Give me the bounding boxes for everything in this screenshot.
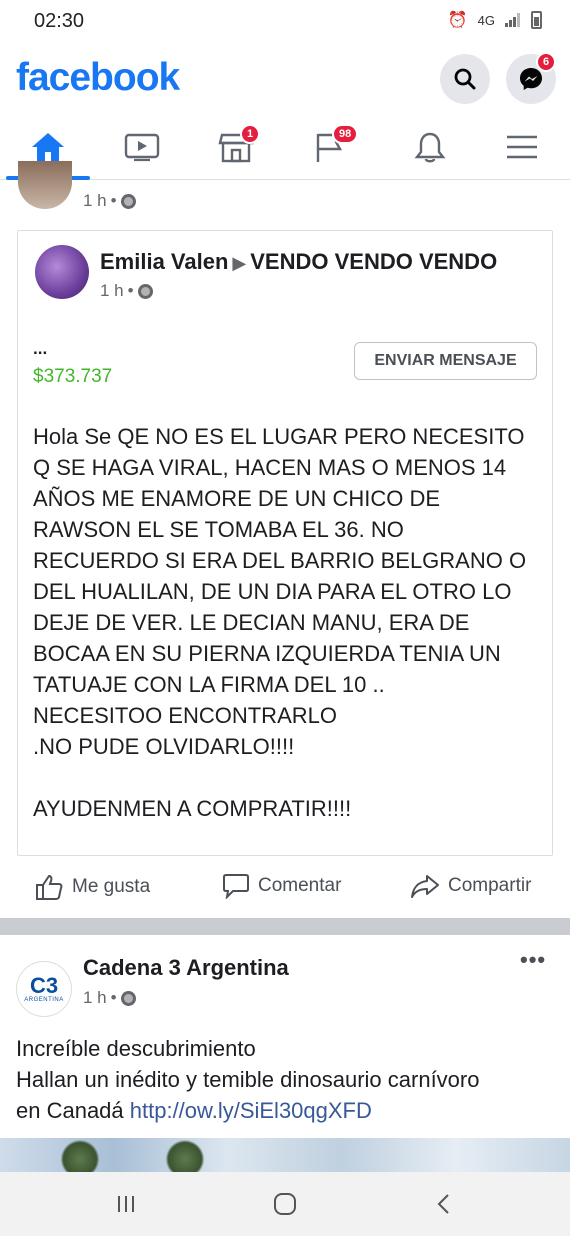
globe-icon (120, 990, 136, 1006)
search-icon (454, 68, 476, 90)
post-actions: Me gusta Comentar Compartir (0, 865, 570, 911)
home-button[interactable] (265, 1188, 305, 1220)
preview-tree-shape (60, 1140, 100, 1172)
post-body-line: en Canadá http://ow.ly/SiEl30qgXFD (16, 1095, 479, 1126)
author-name[interactable]: Emilia Valen (100, 249, 228, 274)
home-circle-icon (274, 1193, 296, 1215)
author-name[interactable]: Cadena 3 Argentina (83, 955, 289, 981)
post-body-line: Hallan un inédito y temible dinosaurio c… (16, 1067, 480, 1092)
post-body-line: Q SE HAGA VIRAL, HACEN MAS O MENOS 14 (33, 455, 507, 480)
tab-marketplace[interactable]: 1 (198, 114, 274, 180)
post-body-line: AÑOS ME ENAMORE DE UN CHICO DE (33, 486, 441, 511)
marketplace-badge: 1 (240, 124, 261, 144)
post-time[interactable]: 1 h (83, 988, 107, 1008)
globe-icon (137, 283, 153, 299)
recents-icon (118, 1196, 134, 1212)
top-nav: 1 98 (0, 114, 570, 180)
avatar[interactable] (35, 245, 89, 299)
post-body-line: DEJE DE VER. LE DECIAN MANU, ERA DE (33, 610, 470, 635)
back-chevron-icon (437, 1194, 449, 1214)
tab-watch[interactable] (104, 114, 180, 180)
share-label: Compartir (448, 875, 532, 896)
globe-icon (120, 193, 136, 209)
alarm-icon: ⏰ (447, 12, 468, 29)
preview-tree-shape (165, 1140, 205, 1172)
post-link[interactable]: http://ow.ly/SiEl30qgXFD (130, 1098, 372, 1123)
post-body-line: DEL HUALILAN, DE UN DIA PARA EL OTRO LO (33, 579, 512, 604)
c3-logo-subtext: ARGENTINA (24, 997, 64, 1003)
comment-icon (223, 874, 249, 899)
recents-button[interactable] (106, 1188, 146, 1220)
page-avatar[interactable]: C3 ARGENTINA (16, 961, 72, 1017)
share-button[interactable]: Compartir (410, 873, 531, 899)
feed-divider (0, 918, 570, 935)
system-nav-bar (0, 1172, 570, 1236)
tab-notifications[interactable] (392, 114, 468, 180)
post-body-line: Hola Se QE NO ES EL LUGAR PERO NECESITO (33, 424, 525, 449)
arrow-right-icon: ▶ (232, 253, 247, 273)
avatar[interactable] (18, 161, 72, 209)
network-label: 4G (477, 12, 495, 28)
post-time[interactable]: 1 h (83, 191, 107, 211)
send-message-button[interactable]: ENVIAR MENSAJE (354, 342, 537, 380)
home-icon (32, 133, 64, 161)
post-body-line: Increíble descubrimiento (16, 1036, 256, 1061)
status-bar: 02:30 ⏰ 4G (0, 0, 570, 44)
like-label: Me gusta (72, 876, 151, 897)
group-name[interactable]: VENDO VENDO VENDO (250, 249, 497, 274)
post-body-line: RECUERDO SI ERA DEL BARRIO BELGRANO O (33, 548, 527, 573)
pages-badge: 98 (332, 124, 359, 144)
post-author-line: Emilia Valen ▶ VENDO VENDO VENDO (100, 249, 497, 275)
post-body-line: BOCAA EN SU PIERNA IZQUIERDA TENIA UN (33, 641, 501, 666)
hamburger-menu-icon (507, 135, 537, 159)
news-post[interactable]: C3 ARGENTINA Cadena 3 Argentina 1 h • ••… (0, 935, 570, 1135)
post-body-line: NECESITOO ENCONTRARLO (33, 703, 337, 728)
post-body-line (33, 762, 543, 793)
messenger-badge: 6 (536, 52, 557, 72)
more-options-icon[interactable]: ••• (520, 947, 546, 973)
status-icons: ⏰ 4G (448, 10, 542, 30)
messenger-button[interactable]: 6 (506, 52, 557, 104)
back-button[interactable] (424, 1188, 464, 1220)
meta-separator: • (110, 191, 117, 210)
bell-icon (414, 132, 446, 163)
share-icon (411, 875, 439, 898)
post-time[interactable]: 1 h (100, 281, 124, 301)
app-header: facebook 6 (0, 44, 570, 114)
tab-menu[interactable] (484, 114, 560, 180)
post-body: Increíble descubrimiento Hallan un inédi… (16, 1033, 479, 1126)
comment-button[interactable]: Comentar (222, 873, 341, 899)
post-body-line: AYUDENMEN A COMPRATIR!!!! (33, 796, 352, 821)
meta-separator: • (127, 281, 134, 300)
post-body-text: en Canadá (16, 1098, 130, 1123)
post-meta: 1 h • (83, 988, 136, 1008)
video-icon (124, 133, 160, 162)
tab-pages[interactable]: 98 (292, 114, 368, 180)
signal-icon (505, 13, 520, 27)
c3-logo-text: C3 (29, 973, 59, 998)
post-body-line: .NO PUDE OLVIDARLO!!!! (33, 734, 295, 759)
thumbs-up-icon (36, 874, 63, 900)
post-body: Hola Se QE NO ES EL LUGAR PERO NECESITO … (33, 421, 543, 824)
post-body-line: RAWSON EL SE TOMABA EL 36. NO (33, 517, 404, 542)
like-button[interactable]: Me gusta (34, 873, 150, 901)
post-meta: 1 h • (100, 281, 153, 301)
meta-separator: • (110, 988, 117, 1007)
search-button[interactable] (440, 54, 490, 104)
battery-icon (531, 11, 542, 29)
comment-label: Comentar (258, 875, 342, 896)
post-meta: 1 h • (83, 191, 136, 211)
shared-marketplace-post[interactable]: Emilia Valen ▶ VENDO VENDO VENDO 1 h • ...… (17, 230, 553, 856)
listing-price: $373.737 (33, 366, 113, 387)
listing-title: ... (33, 339, 48, 358)
previous-post-header: 1 h • (0, 161, 570, 221)
post-body-line: TATUAJE CON LA FIRMA DEL 10 .. (33, 672, 385, 697)
facebook-logo[interactable]: facebook (16, 56, 180, 100)
status-time: 02:30 (34, 10, 85, 32)
